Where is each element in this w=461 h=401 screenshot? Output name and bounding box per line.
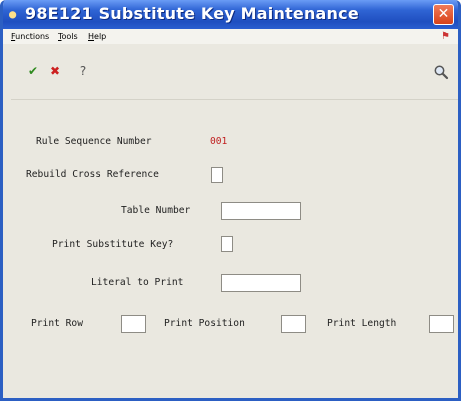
print-row-label: Print Row [31,318,83,329]
print-position-field[interactable] [281,315,306,333]
menu-bar: Functions Tools Help ⚑ [3,29,458,44]
print-position-label: Print Position [164,318,245,329]
help-button[interactable]: ? [75,63,91,79]
ok-button[interactable]: ✔ [25,63,41,79]
menu-help[interactable]: Help [88,29,106,44]
print-substitute-key-checkbox[interactable] [221,236,233,252]
print-length-field[interactable] [429,315,454,333]
menu-functions[interactable]: Functions [11,29,49,44]
app-icon: ● [9,7,17,21]
rebuild-cross-reference-label: Rebuild Cross Reference [26,169,159,180]
toolbar: ✔ ✖ ? [3,44,458,99]
menu-tools[interactable]: Tools [58,29,78,44]
close-button[interactable]: ✕ [433,4,454,25]
window-title: 98E121 Substitute Key Maintenance [25,4,359,23]
rebuild-cross-reference-checkbox[interactable] [211,167,223,183]
print-substitute-key-label: Print Substitute Key? [52,239,174,250]
table-number-field[interactable] [221,202,301,220]
literal-to-print-label: Literal to Print [91,277,184,288]
application-window: ● 98E121 Substitute Key Maintenance ✕ Fu… [0,0,461,401]
rule-sequence-number-label: Rule Sequence Number [36,136,152,147]
form-panel: Rule Sequence Number 001 Rebuild Cross R… [11,99,458,398]
print-row-field[interactable] [121,315,146,333]
print-length-label: Print Length [327,318,397,329]
literal-to-print-field[interactable] [221,274,301,292]
table-number-label: Table Number [121,205,191,216]
flag-icon[interactable]: ⚑ [441,29,450,44]
rule-sequence-number-value: 001 [210,136,228,147]
cancel-button[interactable]: ✖ [47,63,63,79]
title-bar[interactable]: ● 98E121 Substitute Key Maintenance ✕ [3,0,458,29]
search-icon[interactable] [433,64,449,80]
